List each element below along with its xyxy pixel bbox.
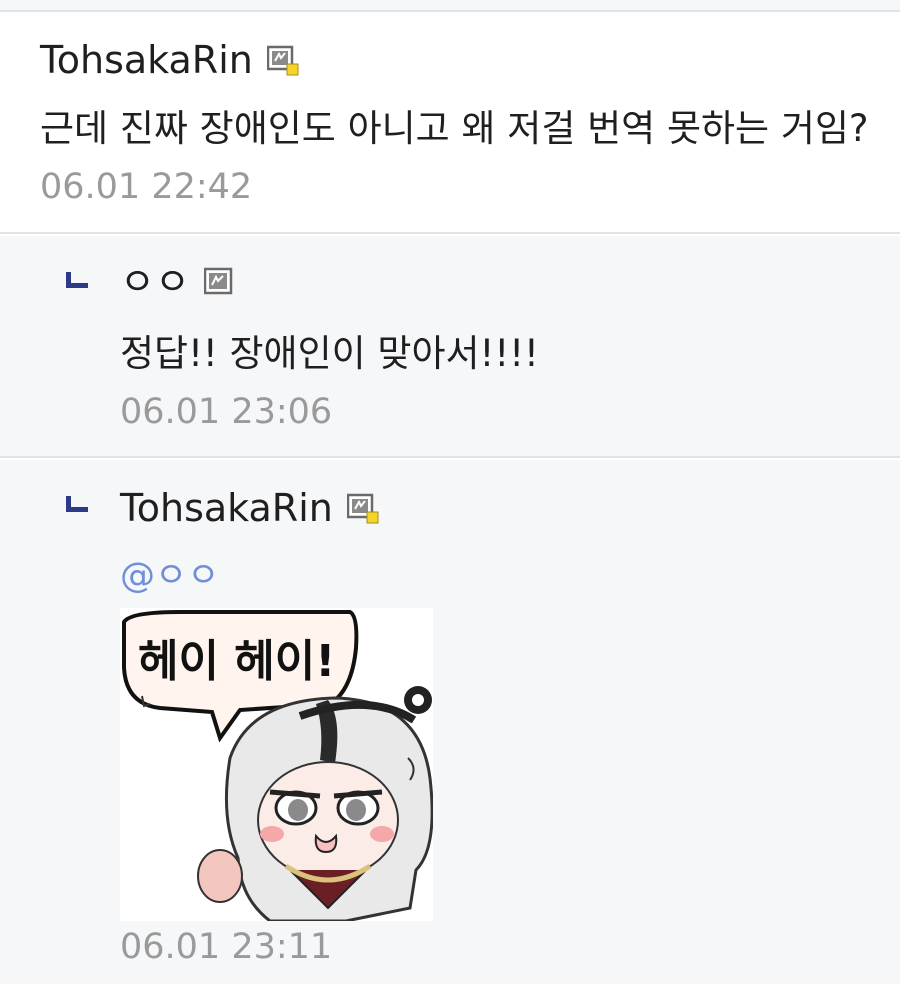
comment-thread: TohsakaRin 근데 진짜 장애인도 아니고 왜 저걸 번역 못하는 거임…	[0, 0, 900, 984]
mention-link[interactable]: @ㅇㅇ	[120, 554, 219, 598]
reply-comment: TohsakaRin @ㅇㅇ 헤이 헤이! 06.01 23:11	[0, 460, 900, 984]
author-row: TohsakaRin	[120, 486, 379, 530]
reply-comment: ㅇㅇ 정답!! 장애인이 맞아서!!!! 06.01 23:06	[0, 236, 900, 458]
author-row: ㅇㅇ	[120, 260, 234, 304]
reply-arrow-icon	[66, 496, 88, 512]
comment-text: 근데 진짜 장애인도 아니고 왜 저걸 번역 못하는 거임?	[40, 107, 869, 150]
comment-time: 06.01 23:06	[120, 392, 333, 432]
reply-arrow-icon	[66, 272, 88, 288]
comment-text: 정답!! 장애인이 맞아서!!!!	[120, 332, 539, 375]
anime-girl-sticker: 헤이 헤이!	[120, 608, 434, 923]
comment-time: 06.01 22:42	[40, 167, 253, 207]
author-name[interactable]: TohsakaRin	[40, 38, 253, 82]
divider	[0, 0, 900, 12]
author-name[interactable]: ㅇㅇ	[120, 260, 190, 304]
gallog-icon[interactable]	[346, 493, 379, 524]
comment: TohsakaRin 근데 진짜 장애인도 아니고 왜 저걸 번역 못하는 거임…	[0, 12, 900, 234]
author-name[interactable]: TohsakaRin	[120, 486, 333, 530]
comment-time: 06.01 23:11	[120, 927, 333, 967]
gallog-icon[interactable]	[203, 267, 234, 297]
sticker-text: 헤이 헤이!	[138, 636, 335, 687]
author-row: TohsakaRin	[40, 38, 299, 82]
gallog-icon[interactable]	[266, 45, 299, 76]
